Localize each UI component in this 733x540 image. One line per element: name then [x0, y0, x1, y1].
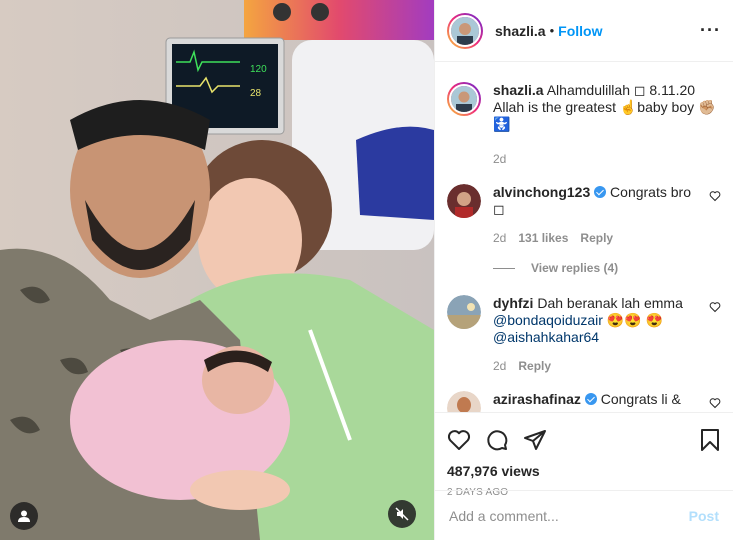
share-icon[interactable]: [523, 428, 547, 452]
more-options-icon[interactable]: ···: [700, 20, 721, 41]
list-item: azirashafinaz Congrats li &: [447, 391, 721, 412]
like-heart-icon[interactable]: [709, 190, 721, 202]
comment-time[interactable]: 2d: [493, 358, 506, 375]
comment-likes[interactable]: 131 likes: [518, 230, 568, 247]
post-sidebar: shazli.a • Follow ··· shazli.a Alhamduli…: [434, 0, 733, 540]
post-media[interactable]: 120 28: [0, 0, 434, 540]
caption-time[interactable]: 2d: [493, 151, 506, 168]
comment-icon[interactable]: [485, 428, 509, 452]
save-bookmark-icon[interactable]: [699, 428, 721, 452]
svg-text:120: 120: [250, 64, 267, 75]
add-comment-bar: Add a comment... Post: [435, 490, 733, 540]
comment-time[interactable]: 2d: [493, 230, 506, 247]
post-header: shazli.a • Follow ···: [435, 0, 733, 62]
view-replies-label: View replies (4): [531, 261, 619, 275]
reply-button[interactable]: Reply: [580, 230, 613, 247]
tagged-users-button[interactable]: [10, 502, 38, 530]
mention-link[interactable]: @aishahkahar64: [493, 329, 599, 345]
commenter-avatar[interactable]: [447, 184, 481, 218]
mute-button[interactable]: [388, 500, 416, 528]
author-username[interactable]: shazli.a: [495, 23, 546, 39]
view-count[interactable]: 487,976 views: [447, 463, 721, 479]
like-heart-icon[interactable]: [709, 397, 721, 409]
post-photo: 120 28: [0, 0, 434, 540]
author-avatar[interactable]: [447, 12, 483, 49]
comment-emoji: 😍😍: [606, 312, 642, 328]
like-heart-icon[interactable]: [709, 301, 721, 313]
comment-text: Congrats li &: [600, 391, 681, 407]
svg-text:28: 28: [250, 88, 262, 99]
comment-emoji: 😍: [645, 312, 664, 328]
list-item: dyhfzi Dah beranak lah emma @bondaqoiduz…: [447, 295, 721, 375]
commenter-username[interactable]: alvinchong123: [493, 184, 590, 200]
caption: shazli.a Alhamdulillah ◻ 8.11.20 Allah i…: [447, 82, 721, 168]
post-comment-button[interactable]: Post: [689, 508, 719, 524]
separator-dot: •: [549, 23, 555, 38]
post-viewer: 120 28 shazli.a • Follow ··· shazli.a Al…: [0, 0, 733, 540]
comments-list[interactable]: shazli.a Alhamdulillah ◻ 8.11.20 Allah i…: [435, 62, 733, 412]
like-icon[interactable]: [447, 428, 471, 452]
list-item: alvinchong123 Congrats bro ◻ 2d 131 like…: [447, 184, 721, 247]
commenter-avatar[interactable]: [447, 295, 481, 329]
view-replies-button[interactable]: View replies (4): [493, 261, 721, 275]
comment-text: Dah beranak lah emma: [537, 295, 683, 311]
commenter-username[interactable]: dyhfzi: [493, 295, 533, 311]
user-icon: [18, 510, 30, 522]
reply-button[interactable]: Reply: [518, 358, 551, 375]
verified-badge-icon: [584, 393, 597, 405]
follow-button[interactable]: Follow: [558, 23, 602, 39]
divider-line: [493, 267, 515, 269]
verified-badge-icon: [594, 186, 607, 198]
mention-link[interactable]: @bondaqoiduzair: [493, 312, 603, 328]
caption-username[interactable]: shazli.a: [493, 82, 544, 98]
commenter-username[interactable]: azirashafinaz: [493, 391, 581, 407]
add-comment-input[interactable]: Add a comment...: [449, 508, 559, 524]
caption-avatar[interactable]: [447, 82, 481, 116]
commenter-avatar[interactable]: [447, 391, 481, 412]
speaker-muted-icon: [395, 507, 409, 521]
